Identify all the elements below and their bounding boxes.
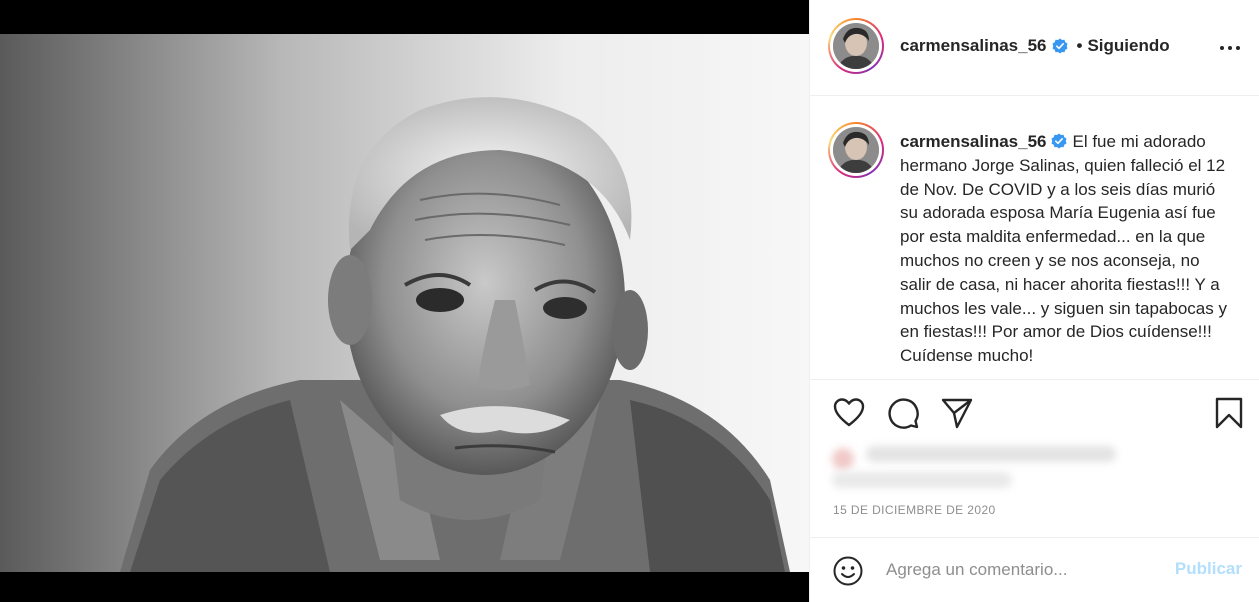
post-photo[interactable]: [0, 0, 809, 602]
caption-username[interactable]: carmensalinas_56: [900, 132, 1047, 151]
verified-badge-icon: [1051, 133, 1066, 149]
post-actions: [810, 390, 1259, 438]
comment-input[interactable]: [886, 556, 1156, 584]
post-username[interactable]: carmensalinas_56: [900, 36, 1047, 56]
comment-icon[interactable]: [886, 396, 920, 430]
caption-text: carmensalinas_56 El fue mi adorado herma…: [900, 130, 1235, 368]
caption-area: carmensalinas_56 El fue mi adorado herma…: [810, 97, 1259, 380]
header-user-info: carmensalinas_56 • Siguiendo: [900, 36, 1170, 56]
post-sidebar: carmensalinas_56 • Siguiendo carmensalin…: [809, 0, 1259, 602]
likes-summary-blurred: [832, 440, 1132, 498]
smiley-icon[interactable]: [832, 555, 864, 587]
paper-plane-icon[interactable]: [940, 396, 974, 430]
caption-avatar[interactable]: [828, 122, 884, 178]
avatar[interactable]: [828, 18, 884, 74]
post-timestamp[interactable]: 15 DE DICIEMBRE DE 2020: [833, 503, 996, 517]
post-header: carmensalinas_56 • Siguiendo: [810, 0, 1259, 96]
caption-body: El fue mi adorado hermano Jorge Salinas,…: [900, 132, 1227, 366]
verified-badge-icon: [1052, 38, 1067, 54]
follow-separator: •: [1076, 36, 1083, 55]
more-options-icon[interactable]: [1216, 38, 1244, 58]
comment-bar: Publicar: [810, 537, 1259, 602]
portrait-photo: [0, 0, 809, 602]
following-button[interactable]: Siguiendo: [1087, 36, 1169, 56]
heart-icon[interactable]: [832, 396, 866, 430]
publish-button[interactable]: Publicar: [1175, 559, 1242, 579]
bookmark-icon[interactable]: [1212, 396, 1246, 430]
